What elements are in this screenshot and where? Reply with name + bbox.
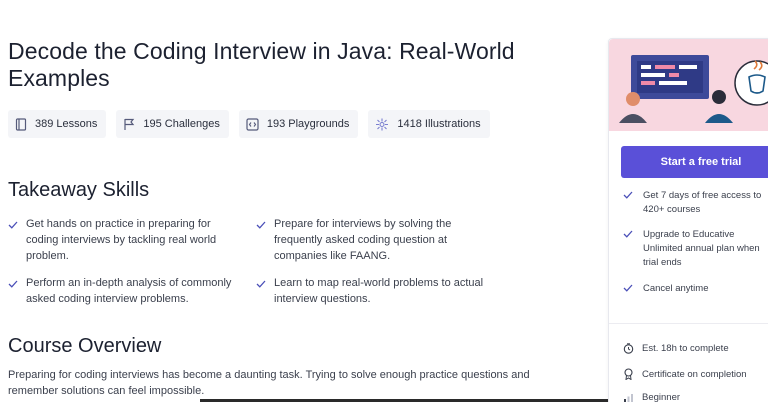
check-icon [623, 228, 643, 270]
check-icon [256, 275, 274, 307]
certificate-icon [624, 368, 633, 380]
stat-label: 193 Playgrounds [266, 118, 350, 130]
check-icon [623, 189, 643, 217]
perk-item: Upgrade to Educative Unlimited annual pl… [623, 228, 768, 270]
perk-text: Get 7 days of free access to 420+ course… [643, 190, 762, 215]
level-icon [624, 394, 633, 402]
meta-level: Beginner [623, 392, 680, 402]
illustrations-icon [376, 118, 389, 130]
skill-text: Get hands on practice in preparing for c… [26, 218, 217, 262]
clock-icon [623, 343, 634, 354]
stat-label: 195 Challenges [143, 118, 220, 130]
skill-item: Get hands on practice in preparing for c… [8, 216, 238, 264]
stat-label: 1418 Illustrations [397, 118, 481, 130]
enroll-card: Start a free trial Get 7 days of free ac… [608, 38, 768, 402]
stat-lessons: 389 Lessons [8, 110, 107, 138]
stat-playgrounds: 193 Playgrounds [238, 110, 359, 138]
perk-text: Cancel anytime [643, 283, 709, 294]
challenges-flag-icon [124, 118, 135, 130]
stat-label: 389 Lessons [35, 118, 98, 130]
check-icon [8, 275, 26, 307]
skill-text: Prepare for interviews by solving the fr… [274, 218, 452, 262]
banner-illustration-icon [619, 55, 768, 123]
meta-label: Certificate on completion [642, 368, 747, 380]
meta-duration: Est. 18h to complete [623, 343, 729, 354]
perk-text: Upgrade to Educative Unlimited annual pl… [643, 229, 760, 268]
stat-challenges: 195 Challenges [116, 110, 229, 138]
meta-certificate: Certificate on completion [623, 368, 747, 380]
perk-item: Get 7 days of free access to 420+ course… [623, 189, 768, 217]
course-stats: 389 Lessons 195 Challenges 193 Playgroun… [8, 110, 490, 138]
overview-text: Preparing for coding interviews has beco… [8, 369, 530, 397]
takeaway-heading: Takeaway Skills [8, 179, 150, 201]
playground-icon [246, 117, 259, 131]
course-title: Decode the Coding Interview in Java: Rea… [8, 38, 515, 91]
lessons-icon [15, 117, 27, 131]
meta-label: Est. 18h to complete [642, 343, 729, 354]
card-divider [609, 323, 768, 324]
skill-text: Learn to map real-world problems to actu… [274, 277, 484, 305]
overview-heading: Course Overview [8, 335, 162, 357]
check-icon [623, 282, 643, 297]
perk-item: Cancel anytime [623, 282, 768, 297]
course-main: Decode the Coding Interview in Java: Rea… [8, 0, 588, 402]
course-banner-illustration [609, 39, 768, 131]
stat-illustrations: 1418 Illustrations [368, 110, 490, 138]
check-icon [256, 216, 274, 264]
meta-label: Beginner [642, 392, 681, 402]
skill-item: Learn to map real-world problems to actu… [256, 275, 486, 307]
start-free-trial-button[interactable]: Start a free trial [621, 146, 768, 178]
skill-item: Prepare for interviews by solving the fr… [256, 216, 486, 264]
check-icon [8, 216, 26, 264]
skill-item: Perform an in-depth analysis of commonly… [8, 275, 238, 307]
skill-text: Perform an in-depth analysis of commonly… [26, 277, 232, 305]
